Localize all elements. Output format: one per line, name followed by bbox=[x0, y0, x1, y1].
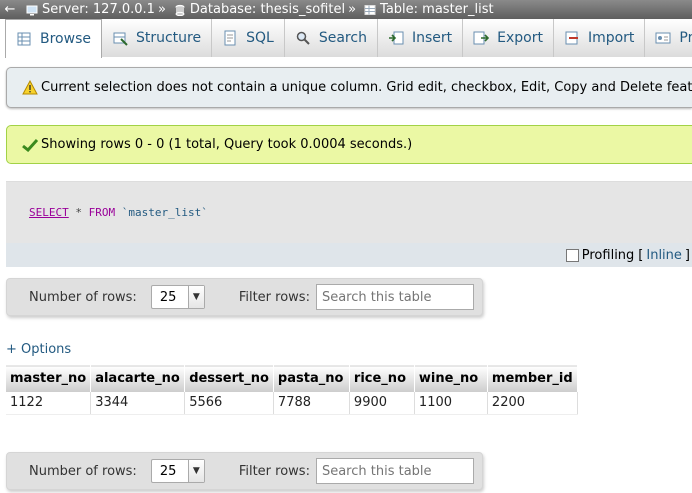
breadcrumb-server[interactable]: Server: 127.0.0.1 bbox=[42, 2, 155, 17]
column-header[interactable]: dessert_no bbox=[184, 365, 274, 392]
success-text: Showing rows 0 - 0 (1 total, Query took … bbox=[41, 137, 413, 152]
inline-edit-link[interactable]: Inline bbox=[646, 248, 682, 263]
sql-table-name: `master_list` bbox=[121, 206, 208, 219]
tab-label: Insert bbox=[411, 30, 453, 46]
chevron-down-icon: ▼ bbox=[187, 286, 204, 308]
checkmark-icon bbox=[22, 138, 38, 152]
breadcrumb-table[interactable]: Table: master_list bbox=[380, 2, 494, 17]
filter-rows-input[interactable] bbox=[315, 284, 474, 310]
browse-icon bbox=[17, 32, 31, 46]
bracket-close: ] bbox=[684, 247, 690, 263]
rows-select-value: 25 bbox=[159, 289, 177, 305]
breadcrumb-separator: » bbox=[157, 2, 166, 17]
tab-label: Priv bbox=[679, 30, 692, 46]
options-toggle[interactable]: + Options bbox=[6, 342, 71, 357]
breadcrumb-separator: » bbox=[348, 2, 357, 17]
table-row[interactable]: 1122 3344 5566 7788 9900 1100 2200 bbox=[6, 391, 578, 415]
insert-icon bbox=[388, 31, 404, 45]
tab-structure[interactable]: Structure bbox=[101, 19, 213, 57]
rows-navigation-bottom: Number of rows: 25 ▼ Filter rows: bbox=[6, 452, 483, 490]
tab-label: Export bbox=[497, 30, 543, 46]
table-cell[interactable]: 3344 bbox=[90, 391, 186, 415]
structure-icon bbox=[113, 32, 128, 46]
column-header[interactable]: master_no bbox=[6, 365, 92, 392]
filter-rows-input[interactable] bbox=[315, 458, 474, 484]
table-cell[interactable]: 5566 bbox=[184, 391, 274, 415]
tab-browse[interactable]: Browse bbox=[5, 19, 102, 58]
tab-label: Structure bbox=[135, 30, 202, 46]
privileges-icon bbox=[655, 32, 671, 44]
table-cell[interactable]: 1122 bbox=[6, 391, 92, 415]
column-header[interactable]: pasta_no bbox=[273, 365, 350, 392]
column-header[interactable]: rice_no bbox=[349, 365, 415, 392]
rows-select[interactable]: 25 ▼ bbox=[150, 285, 205, 309]
rows-select-value: 25 bbox=[159, 463, 177, 479]
warning-icon bbox=[22, 80, 38, 95]
profiling-checkbox[interactable] bbox=[565, 248, 579, 262]
tab-label: Import bbox=[587, 30, 635, 46]
column-header[interactable]: alacarte_no bbox=[90, 365, 186, 392]
rows-navigation-top: Number of rows: 25 ▼ Filter rows: bbox=[6, 278, 483, 316]
rows-select[interactable]: 25 ▼ bbox=[150, 459, 205, 483]
table-cell[interactable]: 7788 bbox=[273, 391, 350, 415]
filter-rows-label: Filter rows: bbox=[238, 463, 310, 479]
import-icon bbox=[565, 31, 578, 45]
bracket-open: [ bbox=[638, 247, 644, 263]
tab-bar: Browse Structure SQL Search Insert Expor… bbox=[5, 19, 692, 58]
chevron-down-icon: ▼ bbox=[187, 460, 204, 482]
results-table: master_no alacarte_no dessert_no pasta_n… bbox=[6, 365, 578, 415]
table-cell[interactable]: 2200 bbox=[487, 391, 578, 415]
column-header[interactable]: wine_no bbox=[414, 365, 488, 392]
breadcrumb-database[interactable]: Database: thesis_sofitel bbox=[190, 2, 345, 17]
table-header-row: master_no alacarte_no dessert_no pasta_n… bbox=[6, 365, 578, 392]
success-message: Showing rows 0 - 0 (1 total, Query took … bbox=[6, 125, 692, 164]
back-arrow-icon[interactable]: ← bbox=[0, 2, 20, 17]
sql-icon bbox=[224, 30, 236, 46]
breadcrumb: ← Server: 127.0.0.1 » Database: thesis_s… bbox=[0, 0, 692, 19]
database-icon bbox=[175, 4, 185, 16]
notice-message: Current selection does not contain a uni… bbox=[6, 67, 692, 108]
table-icon bbox=[364, 4, 376, 15]
rows-label: Number of rows: bbox=[29, 289, 137, 305]
table-cell[interactable]: 9900 bbox=[349, 391, 415, 415]
table-cell[interactable]: 1100 bbox=[414, 391, 488, 415]
sql-query-code: SELECT * FROM `master_list` bbox=[29, 206, 208, 219]
tab-search[interactable]: Search bbox=[284, 19, 378, 57]
tab-label: Browse bbox=[40, 31, 91, 47]
export-icon bbox=[473, 31, 490, 45]
column-header[interactable]: member_id bbox=[487, 365, 578, 392]
server-icon bbox=[26, 5, 38, 15]
tab-privileges[interactable]: Priv bbox=[645, 19, 692, 57]
profiling-bar: Profiling [ Inline ] bbox=[6, 243, 692, 267]
notice-text: Current selection does not contain a uni… bbox=[41, 80, 692, 95]
tab-insert[interactable]: Insert bbox=[377, 19, 464, 57]
tab-sql[interactable]: SQL bbox=[212, 19, 285, 57]
sql-star: * bbox=[75, 206, 82, 219]
rows-label: Number of rows: bbox=[29, 463, 137, 479]
profiling-label: Profiling bbox=[581, 247, 635, 263]
tab-import[interactable]: Import bbox=[553, 19, 646, 57]
sql-keyword-from: FROM bbox=[88, 206, 116, 219]
search-icon bbox=[296, 31, 310, 45]
filter-rows-label: Filter rows: bbox=[238, 289, 310, 305]
tab-export[interactable]: Export bbox=[463, 19, 554, 57]
tab-label: SQL bbox=[246, 30, 274, 46]
tab-label: Search bbox=[318, 30, 367, 46]
sql-keyword-select[interactable]: SELECT bbox=[29, 206, 69, 219]
sql-query-box[interactable]: SELECT * FROM `master_list` bbox=[6, 181, 692, 243]
